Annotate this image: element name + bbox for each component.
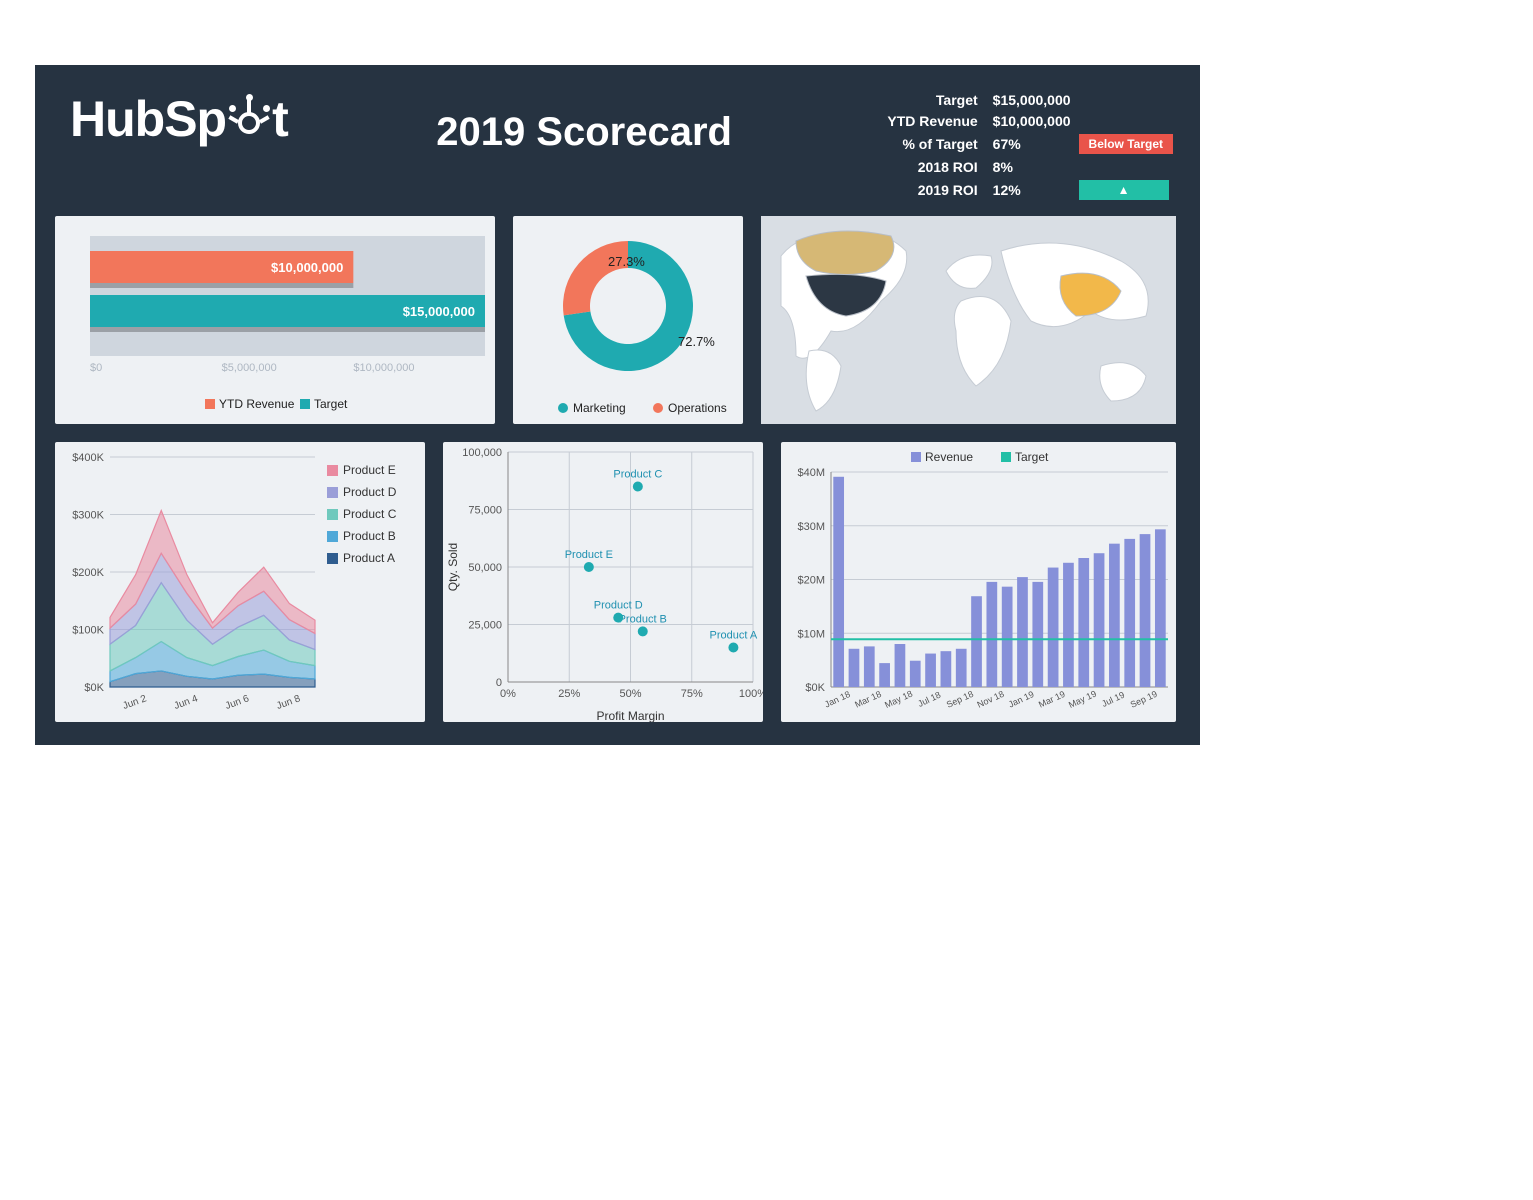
svg-text:Jan 19: Jan 19 [1007, 689, 1036, 709]
svg-text:Target: Target [1015, 450, 1049, 464]
kpi-value: $15,000,000 [985, 91, 1072, 109]
svg-text:Profit Margin: Profit Margin [596, 709, 664, 722]
svg-text:Product A: Product A [343, 551, 395, 565]
product-revenue-trend-chart: $0K $100K $200K $300K $400K Jun 2 Jun 4 Jun 6 Ju… [55, 442, 425, 722]
svg-text:Mar 18: Mar 18 [853, 689, 883, 710]
svg-text:Jul 19: Jul 19 [1100, 690, 1126, 709]
svg-text:$5,000,000: $5,000,000 [222, 362, 277, 374]
svg-text:25,000: 25,000 [468, 620, 502, 632]
svg-text:75%: 75% [681, 688, 703, 700]
svg-text:YTD Revenue: YTD Revenue [219, 397, 295, 411]
regions-map [761, 216, 1176, 424]
svg-text:Operations: Operations [668, 401, 727, 415]
svg-text:$400K: $400K [72, 452, 104, 464]
kpi-label: % of Target [886, 133, 978, 155]
svg-text:$0: $0 [90, 362, 102, 374]
svg-text:Sep 18: Sep 18 [945, 689, 975, 710]
kpi-value: 8% [985, 158, 1072, 176]
svg-text:$30M: $30M [797, 521, 825, 533]
svg-text:$0K: $0K [84, 682, 104, 694]
kpi-label: 2018 ROI [886, 158, 978, 176]
svg-text:Jun 2: Jun 2 [121, 693, 148, 712]
header: HubSp t 2019 Scorecard Target $15,000,00… [55, 65, 1180, 204]
scorecard-dashboard: HubSp t 2019 Scorecard Target $15,000,00… [35, 65, 1200, 745]
svg-text:$0K: $0K [805, 682, 825, 694]
svg-text:Target: Target [314, 397, 348, 411]
page-title: 2019 Scorecard [288, 80, 881, 155]
ytd-vs-target-chart: $10,000,000 $15,000,000 $0 $5,000,000 $10,00… [55, 216, 495, 424]
svg-text:Product C: Product C [613, 469, 662, 481]
svg-text:Product D: Product D [343, 485, 397, 499]
svg-text:Product E: Product E [343, 463, 396, 477]
svg-text:Sep 19: Sep 19 [1129, 689, 1159, 710]
svg-text:May 19: May 19 [1067, 689, 1098, 711]
kpi-label: 2019 ROI [886, 179, 978, 201]
svg-text:Qty. Sold: Qty. Sold [446, 543, 460, 591]
svg-text:Jun 6: Jun 6 [224, 693, 251, 712]
svg-text:Jun 8: Jun 8 [275, 693, 302, 712]
kpi-value: 67% [985, 133, 1072, 155]
svg-text:Marketing: Marketing [573, 401, 626, 415]
svg-text:100%: 100% [739, 688, 763, 700]
spend-breakdown-chart: 27.3% 72.7% Marketing Operations [513, 216, 743, 424]
svg-text:$100K: $100K [72, 625, 104, 637]
margin-vs-qty-chart: 025,00050,00075,000100,0000%25%50%75%100… [443, 442, 763, 722]
svg-text:Jun 4: Jun 4 [173, 693, 200, 712]
svg-text:Jan 18: Jan 18 [823, 689, 852, 709]
svg-text:$300K: $300K [72, 510, 104, 522]
svg-text:$20M: $20M [797, 575, 825, 587]
kpi-label: YTD Revenue [886, 112, 978, 130]
chart-row-1: $10,000,000 $15,000,000 $0 $5,000,000 $10,00… [55, 216, 1180, 424]
kpi-table: Target $15,000,000 YTD Revenue $10,000,0… [880, 80, 1180, 204]
svg-text:$10,000,000: $10,000,000 [353, 362, 414, 374]
svg-text:Product A: Product A [710, 630, 758, 642]
svg-text:Jul 18: Jul 18 [916, 690, 942, 709]
kpi-value: 12% [985, 179, 1072, 201]
hubspot-logo: HubSp t [55, 80, 288, 148]
svg-text:50%: 50% [619, 688, 641, 700]
kpi-value: $10,000,000 [985, 112, 1072, 130]
svg-text:Product E: Product E [565, 549, 613, 561]
svg-text:$15,000,000: $15,000,000 [403, 304, 475, 319]
svg-text:50,000: 50,000 [468, 562, 502, 574]
chart-row-2: $0K $100K $200K $300K $400K Jun 2 Jun 4 Jun 6 Ju… [55, 442, 1180, 722]
svg-text:Product B: Product B [343, 529, 396, 543]
svg-text:25%: 25% [558, 688, 580, 700]
monthly-revenue-chart: $0K$10M$20M$30M$40MJan 18Mar 18May 18Jul… [781, 442, 1176, 722]
svg-text:100,000: 100,000 [462, 447, 502, 459]
svg-text:$10,000,000: $10,000,000 [271, 260, 343, 275]
svg-text:Revenue: Revenue [925, 450, 973, 464]
svg-text:Product D: Product D [594, 600, 643, 612]
svg-text:72.7%: 72.7% [678, 334, 715, 349]
svg-text:27.3%: 27.3% [608, 254, 645, 269]
sprocket-icon [228, 94, 270, 144]
trend-up-icon: ▲ [1079, 180, 1169, 200]
svg-text:0%: 0% [500, 688, 516, 700]
svg-text:$10M: $10M [797, 628, 825, 640]
kpi-label: Target [886, 91, 978, 109]
svg-text:Product C: Product C [343, 507, 397, 521]
svg-text:$200K: $200K [72, 567, 104, 579]
svg-text:$40M: $40M [797, 467, 825, 479]
status-badge: Below Target [1079, 134, 1173, 154]
svg-text:Product B: Product B [619, 613, 667, 625]
svg-text:Nov 18: Nov 18 [976, 689, 1006, 710]
svg-text:May 18: May 18 [883, 689, 914, 711]
svg-text:75,000: 75,000 [468, 505, 502, 517]
svg-text:Mar 19: Mar 19 [1037, 689, 1067, 710]
